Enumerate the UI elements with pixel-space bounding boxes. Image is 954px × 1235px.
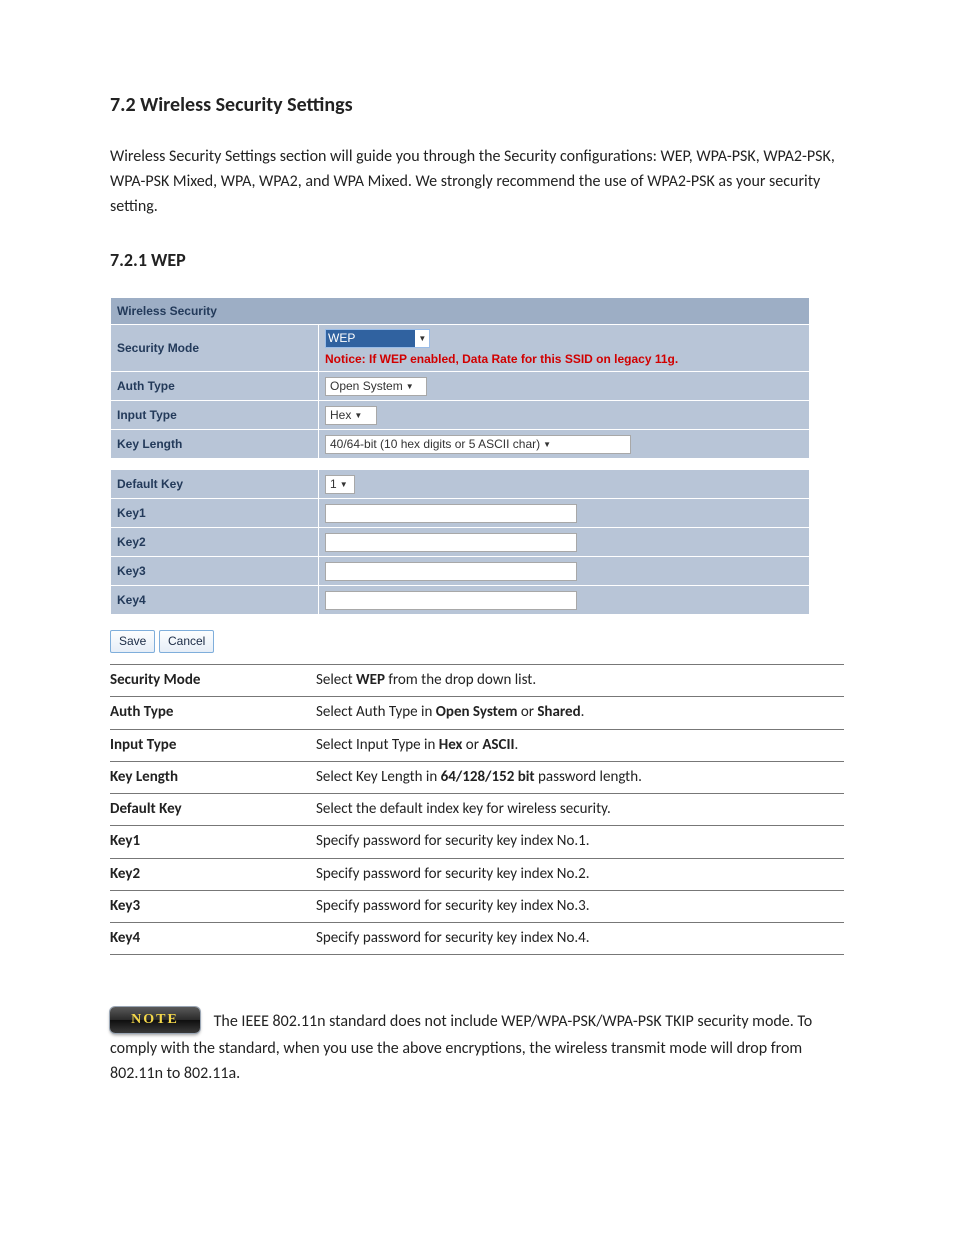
input-type-select[interactable]: Hex▼ (325, 406, 377, 425)
table-row: Key3Specify password for security key in… (110, 890, 844, 922)
table-row: Input TypeSelect Input Type in Hex or AS… (110, 729, 844, 761)
form-header: Wireless Security (111, 298, 810, 325)
key1-input[interactable] (325, 504, 577, 523)
input-type-label: Input Type (111, 401, 319, 430)
table-row: Security ModeSelect WEP from the drop do… (110, 665, 844, 697)
note-badge: NOTE (110, 1007, 200, 1033)
chevron-down-icon: ▼ (403, 378, 417, 395)
desc-definition: Specify password for security key index … (316, 923, 844, 955)
chevron-down-icon: ▼ (540, 436, 554, 453)
subsection-title: 7.2.1 WEP (110, 247, 844, 275)
table-row: Default KeySelect the default index key … (110, 794, 844, 826)
desc-definition: Select WEP from the drop down list. (316, 665, 844, 697)
default-key-select[interactable]: 1▼ (325, 475, 355, 494)
desc-term: Key4 (110, 923, 316, 955)
parameter-description-table: Security ModeSelect WEP from the drop do… (110, 664, 844, 955)
save-button[interactable]: Save (110, 630, 155, 653)
table-row: Auth TypeSelect Auth Type in Open System… (110, 697, 844, 729)
key-length-select[interactable]: 40/64-bit (10 hex digits or 5 ASCII char… (325, 435, 631, 454)
desc-term: Key3 (110, 890, 316, 922)
desc-definition: Select Auth Type in Open System or Share… (316, 697, 844, 729)
key1-label: Key1 (111, 499, 319, 528)
note-text: The IEEE 802.11n standard does not inclu… (110, 1012, 812, 1083)
desc-term: Default Key (110, 794, 316, 826)
auth-type-label: Auth Type (111, 372, 319, 401)
cancel-button[interactable]: Cancel (159, 630, 214, 653)
desc-definition: Select Input Type in Hex or ASCII. (316, 729, 844, 761)
table-row: Key LengthSelect Key Length in 64/128/15… (110, 761, 844, 793)
section-title: 7.2 Wireless Security Settings (110, 90, 844, 121)
chevron-down-icon: ▼ (415, 330, 429, 347)
desc-term: Key2 (110, 858, 316, 890)
key3-label: Key3 (111, 557, 319, 586)
chevron-down-icon: ▼ (351, 407, 365, 424)
note-block: NOTE The IEEE 802.11n standard does not … (110, 1007, 844, 1087)
table-row: Key1Specify password for security key in… (110, 826, 844, 858)
auth-type-select[interactable]: Open System▼ (325, 377, 427, 396)
desc-definition: Specify password for security key index … (316, 858, 844, 890)
security-mode-select[interactable]: WEP▼ (325, 329, 430, 348)
key2-label: Key2 (111, 528, 319, 557)
wireless-security-form: Wireless Security Security Mode WEP▼ Not… (110, 297, 810, 615)
key4-label: Key4 (111, 586, 319, 615)
desc-term: Security Mode (110, 665, 316, 697)
desc-definition: Specify password for security key index … (316, 890, 844, 922)
desc-term: Key Length (110, 761, 316, 793)
desc-definition: Select Key Length in 64/128/152 bit pass… (316, 761, 844, 793)
key-length-label: Key Length (111, 430, 319, 459)
key3-input[interactable] (325, 562, 577, 581)
security-mode-notice: Notice: If WEP enabled, Data Rate for th… (325, 350, 803, 369)
chevron-down-icon: ▼ (337, 476, 351, 493)
key4-input[interactable] (325, 591, 577, 610)
desc-term: Input Type (110, 729, 316, 761)
desc-definition: Specify password for security key index … (316, 826, 844, 858)
section-intro: Wireless Security Settings section will … (110, 145, 844, 219)
table-row: Key2Specify password for security key in… (110, 858, 844, 890)
table-row: Key4Specify password for security key in… (110, 923, 844, 955)
default-key-label: Default Key (111, 470, 319, 499)
security-mode-label: Security Mode (111, 325, 319, 372)
key2-input[interactable] (325, 533, 577, 552)
desc-term: Key1 (110, 826, 316, 858)
desc-term: Auth Type (110, 697, 316, 729)
desc-definition: Select the default index key for wireles… (316, 794, 844, 826)
